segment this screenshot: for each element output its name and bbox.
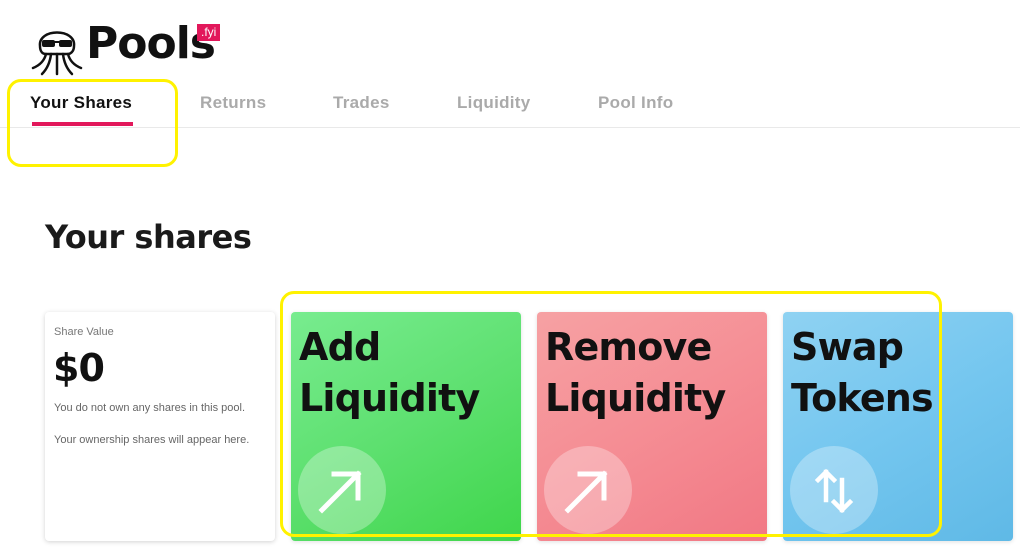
swap-tokens-title: Swap Tokens bbox=[791, 322, 1011, 424]
ownership-note: Your ownership shares will appear here. bbox=[54, 434, 250, 446]
remove-liquidity-line1: Remove bbox=[545, 325, 712, 369]
tab-trades[interactable]: Trades bbox=[333, 93, 390, 113]
tab-bar: Your Shares Returns Trades Liquidity Poo… bbox=[0, 86, 1020, 128]
remove-liquidity-line2: Liquidity bbox=[545, 376, 726, 420]
share-value-card: Share Value $0 You do not own any shares… bbox=[45, 312, 275, 541]
swap-tokens-line1: Swap bbox=[791, 325, 904, 369]
add-liquidity-card[interactable]: Add Liquidity bbox=[291, 312, 521, 541]
octopus-with-sunglasses-icon bbox=[31, 31, 83, 76]
arrow-up-right-icon bbox=[298, 446, 386, 534]
active-tab-indicator bbox=[32, 122, 133, 126]
tab-returns[interactable]: Returns bbox=[200, 93, 266, 113]
tab-pool-info[interactable]: Pool Info bbox=[598, 93, 673, 113]
brand-badge: .fyi bbox=[197, 24, 221, 41]
add-liquidity-line2: Liquidity bbox=[299, 376, 480, 420]
brand-logo[interactable]: Pools .fyi bbox=[30, 14, 240, 76]
tab-liquidity[interactable]: Liquidity bbox=[457, 93, 531, 113]
tab-your-shares[interactable]: Your Shares bbox=[30, 93, 132, 113]
remove-liquidity-title: Remove Liquidity bbox=[545, 322, 765, 424]
add-liquidity-title: Add Liquidity bbox=[299, 322, 519, 424]
add-liquidity-line1: Add bbox=[299, 325, 381, 369]
section-title: Your shares bbox=[45, 218, 252, 256]
share-value-label: Share Value bbox=[54, 326, 114, 338]
swap-vertical-arrows-icon bbox=[790, 446, 878, 534]
share-value-amount: $0 bbox=[53, 346, 105, 390]
swap-tokens-card[interactable]: Swap Tokens bbox=[783, 312, 1013, 541]
remove-liquidity-card[interactable]: Remove Liquidity bbox=[537, 312, 767, 541]
arrow-up-right-icon bbox=[544, 446, 632, 534]
swap-tokens-line2: Tokens bbox=[791, 376, 934, 420]
brand-name: Pools bbox=[86, 18, 216, 69]
no-shares-note: You do not own any shares in this pool. bbox=[54, 402, 246, 414]
